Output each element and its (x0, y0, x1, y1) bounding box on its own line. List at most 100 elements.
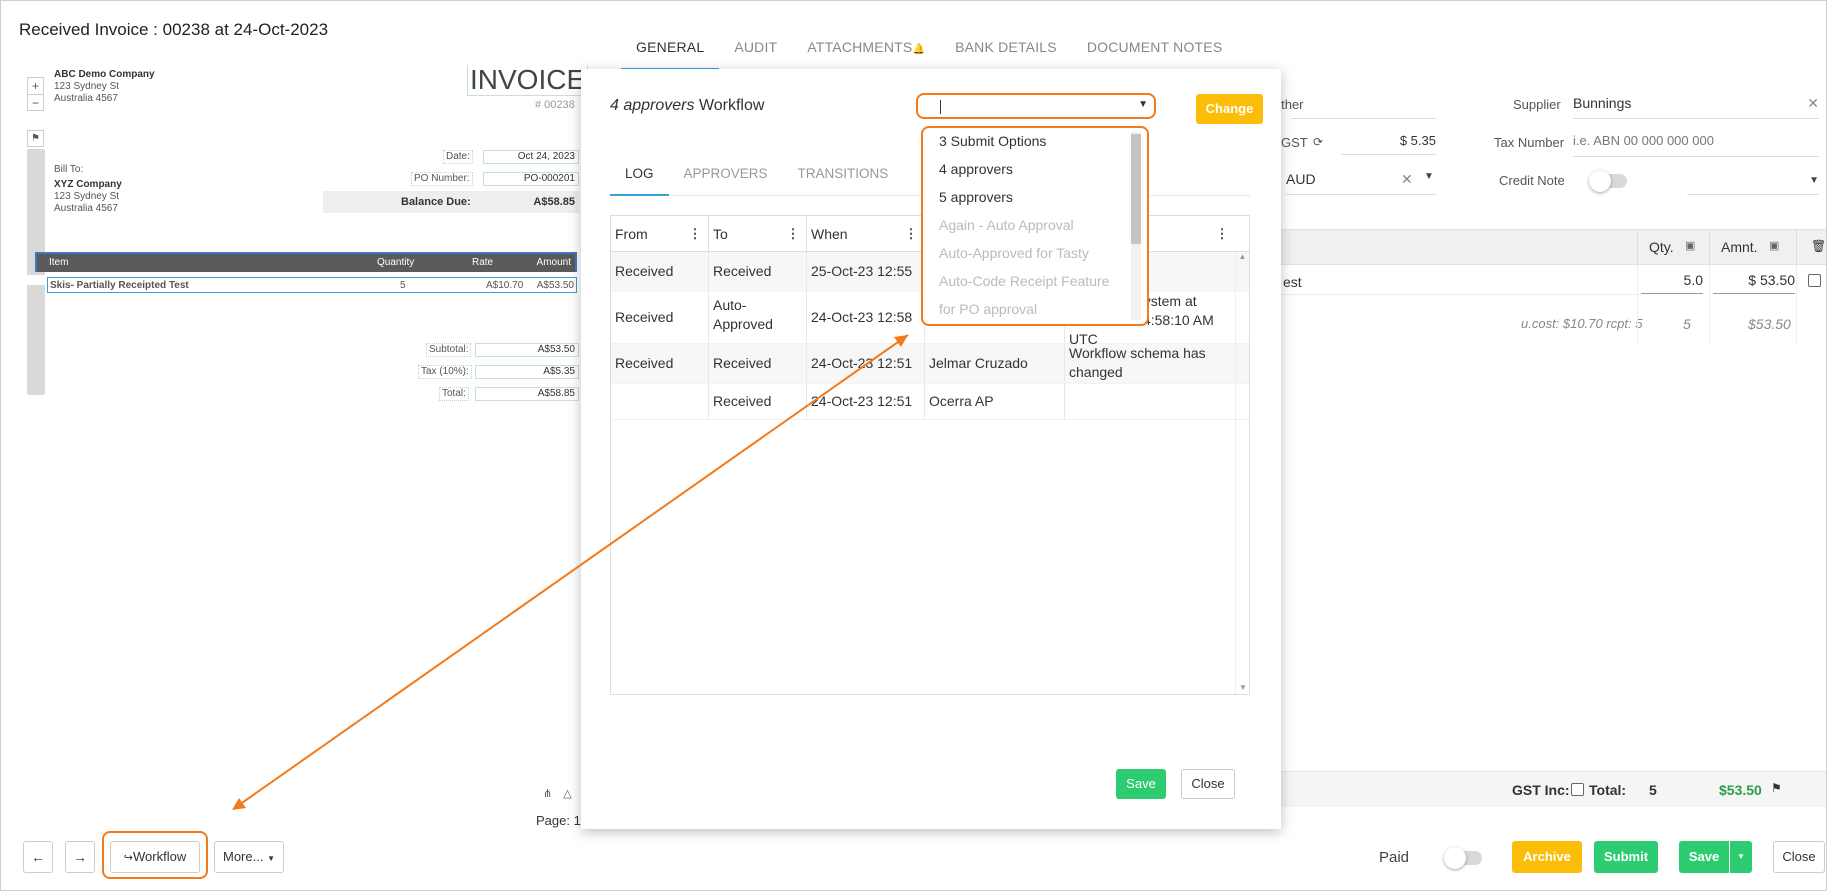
save-options-chevron-icon[interactable]: ▼ (1730, 841, 1752, 873)
supplier-label: Supplier (1513, 97, 1561, 112)
row-from: Received (611, 292, 709, 343)
supplier-input[interactable]: Bunnings ✕ (1573, 95, 1819, 119)
option-5-approvers[interactable]: 5 approvers (923, 186, 1147, 214)
option-auto-code-receipt: Auto-Code Receipt Feature (939, 273, 1110, 289)
total-label: Total: (439, 387, 469, 401)
prev-arrow-icon[interactable]: ← (23, 841, 53, 873)
bell-icon: 🔔 (912, 44, 926, 55)
table-row: Received Received 24-Oct-23 12:51 Jelmar… (611, 344, 1249, 384)
change-button[interactable]: Change (1196, 94, 1263, 124)
dialog-title-suffix: Workflow (694, 97, 765, 114)
workflow-select[interactable]: ▼ (916, 93, 1156, 119)
refresh-icon[interactable]: ⟳ (1313, 135, 1323, 149)
row-when: 24-Oct-23 12:51 (807, 344, 925, 383)
amnt-settings-icon[interactable]: ▣ (1769, 239, 1779, 252)
workflow-icon: ↪ (123, 852, 133, 864)
line-amnt-input[interactable]: $ 53.50 (1713, 272, 1795, 294)
save-button[interactable]: Save (1679, 841, 1729, 873)
gst-inc-checkbox[interactable] (1571, 783, 1584, 796)
paid-toggle[interactable] (1444, 847, 1482, 869)
more-button[interactable]: More... ▼ (214, 841, 284, 873)
column-menu-icon[interactable]: ⋮ (786, 226, 800, 242)
chevron-down-icon[interactable]: ▼ (1138, 99, 1148, 110)
lines-header: Qty. ▣ Amnt. ▣ 🗑 (1281, 229, 1826, 266)
gst-label: GST (1281, 135, 1308, 150)
col-to: To ⋮ (709, 216, 807, 251)
subtab-log[interactable]: LOG (610, 161, 669, 196)
option-3-submit-options[interactable]: 3 Submit Options (923, 130, 1147, 158)
item-row[interactable]: Skis- Partially Receipted Test 5 A$10.70… (47, 277, 577, 293)
triangle-icon[interactable]: △ (563, 788, 571, 800)
col-amnt: Amnt. (1721, 239, 1758, 255)
chevron-down-icon[interactable]: ▼ (1809, 175, 1819, 186)
invoice-number: # 00238 (535, 99, 575, 111)
tab-bank-details[interactable]: BANK DETAILS (940, 38, 1072, 70)
archive-button[interactable]: Archive (1512, 841, 1582, 873)
dropdown-scrollbar[interactable] (1131, 132, 1141, 320)
zoom-in-button[interactable]: + (28, 78, 43, 95)
tab-attachments[interactable]: ATTACHMENTS🔔 (792, 38, 940, 70)
credit-note-toggle[interactable] (1589, 170, 1627, 192)
gst-inc-label: GST Inc: (1512, 782, 1570, 798)
row-to: Received (709, 384, 807, 419)
scroll-down-icon[interactable]: ▼ (1236, 683, 1250, 692)
dropdown-scroll-thumb[interactable] (1131, 134, 1141, 244)
col-rate: Rate (472, 257, 494, 268)
sub-qty: 5 (1683, 316, 1691, 332)
subtab-transitions[interactable]: TRANSITIONS (783, 161, 904, 196)
to-street: 123 Sydney St (54, 191, 120, 202)
app-frame: Received Invoice : 00238 at 24-Oct-2023 … (0, 0, 1827, 891)
flag-icon[interactable]: ⚑ (27, 130, 44, 147)
preview-scroll-knob[interactable] (27, 275, 45, 285)
row-to: Received (709, 344, 807, 383)
subtab-approvers[interactable]: APPROVERS (669, 161, 783, 196)
row-note (1065, 384, 1220, 419)
qty-settings-icon[interactable]: ▣ (1685, 239, 1695, 252)
dialog-save-button[interactable]: Save (1116, 769, 1166, 799)
line-checkbox[interactable] (1808, 274, 1821, 287)
fork-icon[interactable]: ⋔ (543, 788, 552, 800)
gst-value[interactable]: $ 5.35 (1341, 133, 1436, 155)
currency-select[interactable]: AUD ✕ ▼ (1286, 171, 1436, 195)
log-grid-scrollbar[interactable]: ▲ ▼ (1235, 252, 1249, 694)
tax-number-input[interactable]: i.e. ABN 00 000 000 000 (1573, 133, 1819, 157)
comment-icon[interactable]: ⚑ (1771, 781, 1782, 795)
scroll-up-icon[interactable]: ▲ (1236, 252, 1249, 261)
invoice-heading: INVOICE (467, 65, 589, 96)
line-description[interactable]: est (1283, 274, 1302, 290)
tab-document-notes[interactable]: DOCUMENT NOTES (1072, 38, 1238, 70)
column-menu-icon[interactable]: ⋮ (688, 226, 702, 242)
to-name: XYZ Company (54, 179, 122, 190)
preview-scrollbar[interactable] (27, 149, 45, 395)
submit-button[interactable]: Submit (1594, 841, 1658, 873)
chevron-down-icon[interactable]: ▼ (1424, 171, 1434, 182)
credit-note-select[interactable]: ▼ (1687, 171, 1819, 195)
tax-label: Tax (10%): (418, 365, 472, 379)
bill-to-label: Bill To: (54, 164, 84, 175)
workflow-button-label: Workflow (133, 849, 187, 864)
tab-audit[interactable]: AUDIT (719, 38, 792, 70)
balance-due-label: Balance Due: (401, 196, 471, 208)
tab-general[interactable]: GENERAL (621, 38, 720, 70)
row-from: Received (611, 344, 709, 383)
close-button[interactable]: Close (1773, 841, 1825, 873)
dialog-close-button[interactable]: Close (1181, 769, 1235, 799)
tab-attachments-label: ATTACHMENTS (807, 39, 913, 55)
workflow-button[interactable]: ↪Workflow (110, 841, 200, 873)
total-value: A$58.85 (475, 387, 579, 401)
zoom-out-button[interactable]: − (28, 95, 43, 111)
trash-icon[interactable]: 🗑 (1811, 239, 1826, 253)
other-input[interactable] (1291, 97, 1436, 119)
next-arrow-icon[interactable]: → (65, 841, 95, 873)
column-menu-icon[interactable]: ⋮ (904, 226, 918, 242)
column-menu-icon[interactable]: ⋮ (1215, 226, 1229, 242)
invoice-preview: + − ⚑ ABC Demo Company 123 Sydney St Aus… (23, 65, 589, 828)
paid-label: Paid (1379, 849, 1410, 866)
to-city: Australia 4567 (54, 203, 118, 214)
option-4-approvers[interactable]: 4 approvers (923, 158, 1147, 186)
clear-supplier-icon[interactable]: ✕ (1807, 95, 1819, 112)
paid-toggle-knob (1444, 847, 1466, 869)
clear-currency-icon[interactable]: ✕ (1401, 171, 1413, 188)
subtotal-value: A$53.50 (475, 343, 579, 357)
line-qty-input[interactable]: 5.0 (1641, 272, 1703, 294)
